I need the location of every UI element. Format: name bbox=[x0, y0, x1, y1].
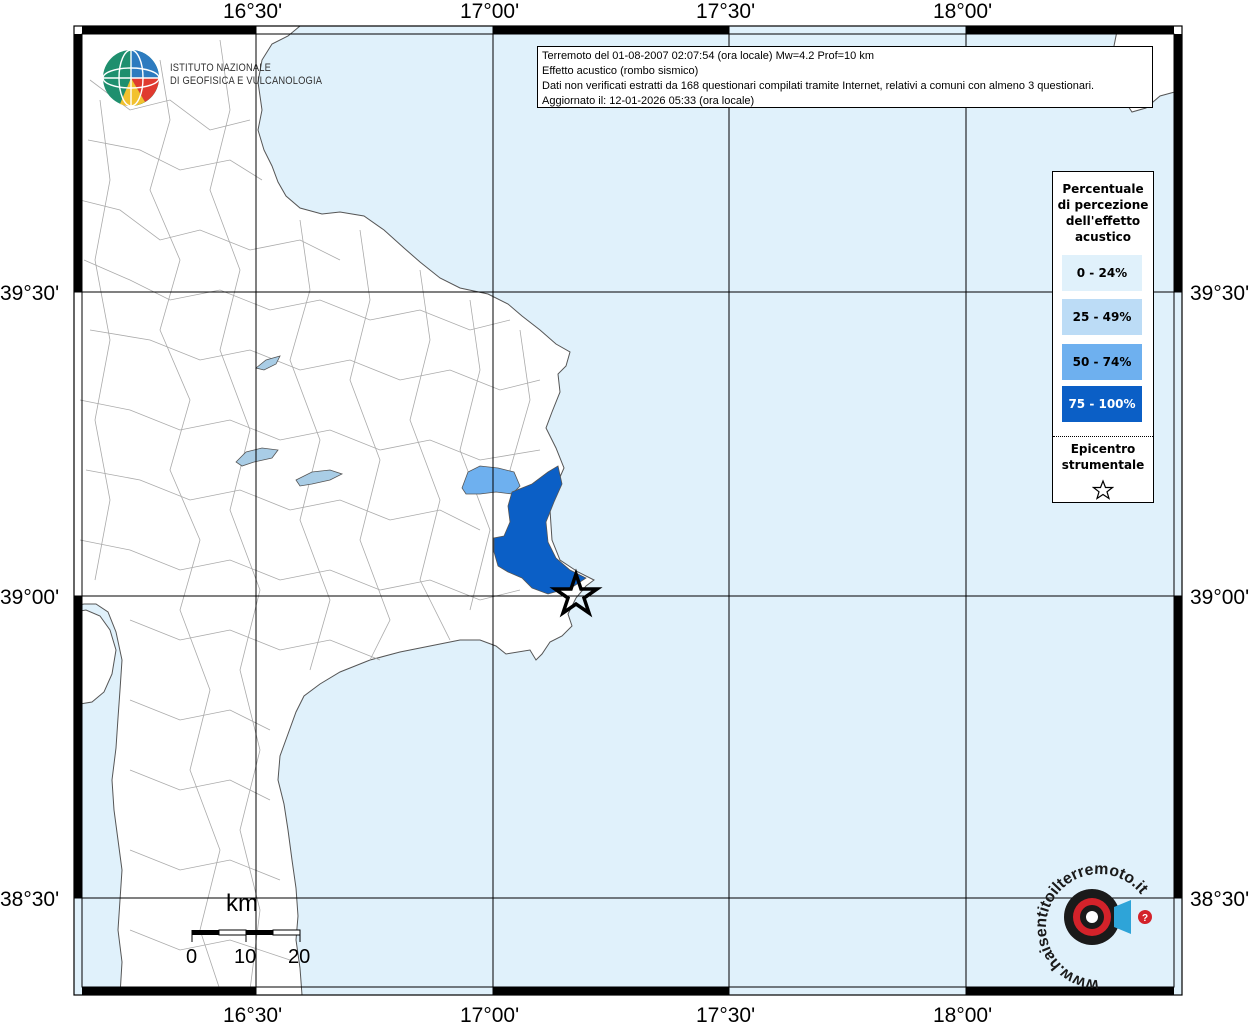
top-label-3: 17°30' bbox=[696, 0, 755, 23]
ingv-text: ISTITUTO NAZIONALE DI GEOFISICA E VULCAN… bbox=[170, 62, 322, 88]
ingv-line2: DI GEOFISICA E VULCANOLOGIA bbox=[170, 75, 323, 87]
left-label-2: 39°00' bbox=[0, 586, 59, 609]
event-title: Terremoto del 01-08-2007 02:07:54 (ora l… bbox=[542, 50, 875, 62]
legend-title-line4: acustico bbox=[1074, 230, 1132, 244]
event-updated: Aggiornato il: 12-01-2026 05:33 (ora loc… bbox=[542, 95, 755, 107]
right-label-3: 38°30' bbox=[1190, 888, 1249, 911]
right-label-2: 39°00' bbox=[1190, 586, 1249, 609]
legend-title-line2: di percezione bbox=[1057, 198, 1149, 212]
bottom-label-2: 17°00' bbox=[460, 1004, 519, 1024]
svg-text:?: ? bbox=[1142, 913, 1148, 924]
scale-unit: km bbox=[226, 890, 258, 917]
scale-tick-10: 10 bbox=[234, 946, 257, 968]
star-outline-icon bbox=[1092, 479, 1114, 500]
event-data-note: Dati non verificati estratti da 168 ques… bbox=[542, 80, 1095, 92]
ingv-line1: ISTITUTO NAZIONALE bbox=[170, 62, 272, 74]
scale-bar-graphic bbox=[191, 929, 301, 942]
scale-tick-0: 0 bbox=[186, 946, 198, 968]
top-label-1: 16°30' bbox=[223, 0, 282, 23]
haisentito-logo: ? www.haisentitoilterremoto.it bbox=[1033, 861, 1164, 993]
event-effect: Effetto acustico (rombo sismico) bbox=[542, 65, 699, 77]
legend-title: Percentuale di percezione dell'effetto a… bbox=[1053, 181, 1153, 245]
legend-item-75-100: 75 - 100% bbox=[1062, 386, 1142, 422]
legend: Percentuale di percezione dell'effetto a… bbox=[1052, 171, 1154, 503]
scale-bar: km 0 10 20 bbox=[186, 890, 326, 970]
bottom-label-3: 17°30' bbox=[696, 1004, 755, 1024]
top-label-2: 17°00' bbox=[460, 0, 519, 23]
ingv-logo: ISTITUTO NAZIONALE DI GEOFISICA E VULCAN… bbox=[100, 48, 322, 108]
legend-epicenter-line2: strumentale bbox=[1061, 458, 1145, 472]
event-info-box: Terremoto del 01-08-2007 02:07:54 (ora l… bbox=[537, 46, 1153, 108]
right-label-1: 39°30' bbox=[1190, 282, 1249, 305]
top-label-4: 18°00' bbox=[933, 0, 992, 23]
left-label-1: 39°30' bbox=[0, 282, 59, 305]
legend-item-25-49: 25 - 49% bbox=[1062, 299, 1142, 335]
bottom-label-4: 18°00' bbox=[933, 1004, 992, 1024]
legend-separator bbox=[1053, 436, 1153, 437]
scale-tick-20: 20 bbox=[288, 946, 311, 968]
globe-icon bbox=[102, 49, 160, 107]
legend-item-0-24: 0 - 24% bbox=[1062, 255, 1142, 291]
bottom-label-1: 16°30' bbox=[223, 1004, 282, 1024]
legend-epicenter-line1: Epicentro bbox=[1070, 442, 1136, 456]
left-label-3: 38°30' bbox=[0, 888, 59, 911]
haisentito-logo-icon: ? www.haisentitoilterremoto.it bbox=[1033, 861, 1152, 993]
legend-item-50-74: 50 - 74% bbox=[1062, 344, 1142, 380]
legend-epicenter-label: Epicentro strumentale bbox=[1053, 441, 1153, 473]
legend-title-line3: dell'effetto bbox=[1065, 214, 1141, 228]
legend-title-line1: Percentuale bbox=[1062, 182, 1144, 196]
